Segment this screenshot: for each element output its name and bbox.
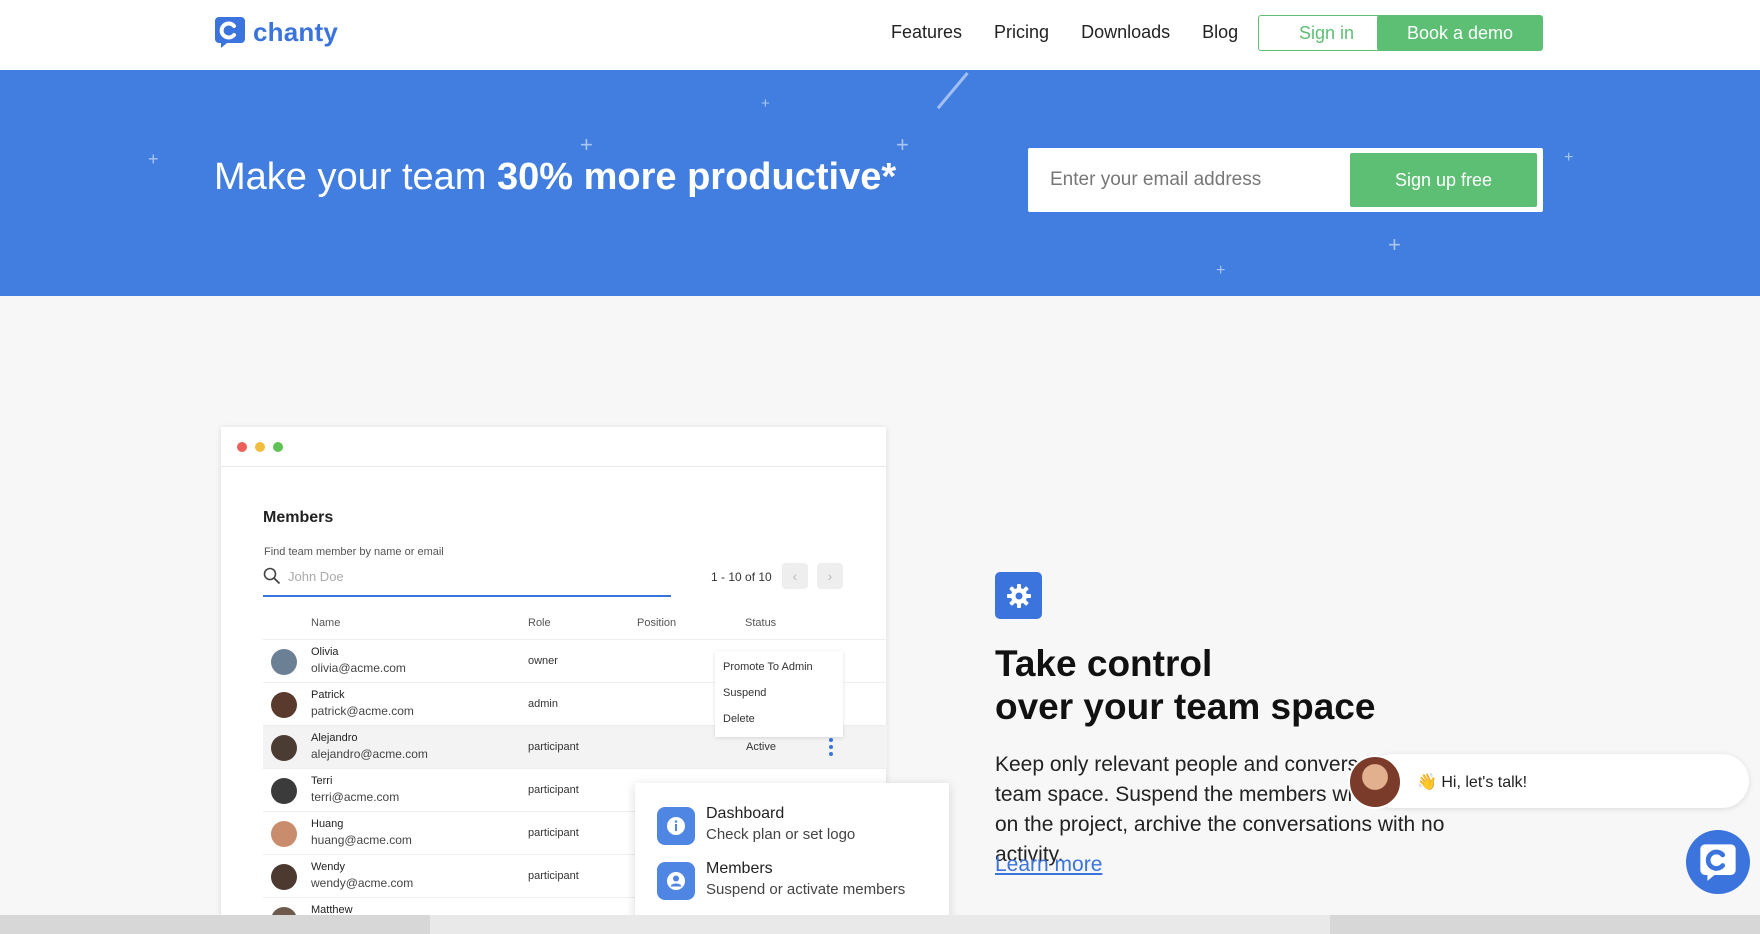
member-email: alejandro@acme.com [311, 747, 428, 761]
main-nav: Features Pricing Downloads Blog [891, 22, 1238, 43]
popup-item-title: Dashboard [706, 805, 785, 822]
chanty-logo-icon [215, 17, 245, 48]
member-name: Patrick [311, 689, 345, 701]
avatar [271, 735, 297, 761]
close-dot-icon [237, 442, 247, 452]
members-heading: Members [263, 509, 334, 526]
column-role: Role [528, 617, 551, 629]
strip-segment [0, 915, 430, 934]
column-status: Status [745, 617, 777, 629]
hero-headline-plain: Make your team [214, 156, 497, 198]
member-name: Wendy [311, 861, 346, 873]
strip-segment [1330, 915, 1760, 934]
bottom-strip [0, 915, 1760, 934]
decorative-streak [936, 72, 969, 110]
pagination-count: 1 - 10 of 10 [711, 570, 772, 584]
member-role: participant [528, 784, 579, 796]
chat-icon [1700, 844, 1736, 881]
members-table-header: Name Role Position Status [263, 617, 887, 637]
more-options-icon[interactable] [829, 738, 833, 756]
feature-heading-line1: Take control [995, 643, 1213, 684]
feature-heading-line2: over your team space [995, 686, 1376, 727]
popup-item-title: Members [706, 860, 773, 877]
decorative-plus: + [1388, 232, 1401, 257]
member-name: Olivia [311, 646, 339, 658]
popup-item-subtitle: Check plan or set logo [706, 826, 856, 843]
menu-item-delete[interactable]: Delete [723, 713, 755, 725]
member-role: participant [528, 741, 579, 753]
learn-more-link[interactable]: Learn more [995, 853, 1102, 877]
chat-greeting-text: 👋 Hi, let's talk! [1417, 774, 1528, 791]
settings-popup: Dashboard Check plan or set logo Members… [635, 783, 949, 934]
member-search-input[interactable] [288, 567, 588, 585]
member-role: participant [528, 870, 579, 882]
maximize-dot-icon [273, 442, 283, 452]
menu-item-suspend[interactable]: Suspend [723, 687, 766, 699]
avatar [271, 692, 297, 718]
find-member-label: Find team member by name or email [264, 546, 444, 558]
decorative-plus: + [148, 149, 159, 169]
hero-banner: + + + + + + + Make your team 30% more pr… [0, 70, 1760, 296]
avatar [271, 778, 297, 804]
sign-in-button[interactable]: Sign in [1258, 15, 1395, 51]
decorative-plus: + [580, 132, 593, 157]
email-input[interactable] [1050, 165, 1330, 195]
column-position: Position [637, 617, 677, 629]
info-icon [657, 807, 695, 845]
decorative-plus: + [1564, 149, 1574, 166]
member-email: wendy@acme.com [311, 876, 414, 890]
search-underline [263, 595, 671, 597]
member-role: participant [528, 827, 579, 839]
nav-features[interactable]: Features [891, 22, 962, 43]
member-name: Huang [311, 818, 344, 830]
member-status: Active [746, 741, 776, 753]
column-name: Name [311, 617, 341, 629]
minimize-dot-icon [255, 442, 265, 452]
gear-icon [995, 572, 1042, 619]
nav-downloads[interactable]: Downloads [1081, 22, 1170, 43]
member-name: Terri [311, 775, 333, 787]
menu-item-promote[interactable]: Promote To Admin [723, 661, 813, 673]
member-email: terri@acme.com [311, 790, 400, 804]
brand-name: chanty [253, 16, 339, 47]
nav-blog[interactable]: Blog [1202, 22, 1238, 43]
avatar [1348, 755, 1402, 809]
decorative-plus: + [896, 132, 909, 157]
member-role: owner [528, 655, 558, 667]
member-role: admin [528, 698, 558, 710]
row-context-menu: Promote To Admin Suspend Delete [715, 651, 843, 737]
member-email: huang@acme.com [311, 833, 412, 847]
nav-pricing[interactable]: Pricing [994, 22, 1049, 43]
page: chanty Features Pricing Downloads Blog S… [0, 0, 1760, 934]
signup-form: Sign up free [1028, 148, 1543, 212]
member-name: Alejandro [311, 732, 358, 744]
hero-headline-bold: 30% more productive* [497, 156, 897, 198]
popup-item-members[interactable]: Members Suspend or activate members [657, 858, 947, 902]
popup-item-subtitle: Suspend or activate members [706, 881, 906, 898]
decorative-plus: + [761, 95, 770, 112]
window-titlebar [221, 427, 886, 467]
avatar [271, 821, 297, 847]
chanty-logo[interactable]: chanty [213, 15, 338, 49]
sign-up-free-button[interactable]: Sign up free [1350, 153, 1537, 207]
user-icon [657, 862, 695, 900]
avatar [271, 649, 297, 675]
site-header: chanty Features Pricing Downloads Blog S… [0, 0, 1760, 70]
next-page-button[interactable]: › [817, 563, 843, 589]
book-demo-button[interactable]: Book a demo [1377, 15, 1543, 51]
feature-heading: Take control over your team space [995, 642, 1375, 728]
chat-launcher-button[interactable] [1686, 830, 1750, 894]
member-email: olivia@acme.com [311, 661, 406, 675]
avatar [271, 864, 297, 890]
decorative-plus: + [1216, 262, 1226, 279]
popup-item-dashboard[interactable]: Dashboard Check plan or set logo [657, 803, 947, 847]
search-icon [263, 567, 281, 585]
member-email: patrick@acme.com [311, 704, 414, 718]
hero-headline: Make your team 30% more productive* [214, 156, 896, 199]
prev-page-button[interactable]: ‹ [782, 563, 808, 589]
